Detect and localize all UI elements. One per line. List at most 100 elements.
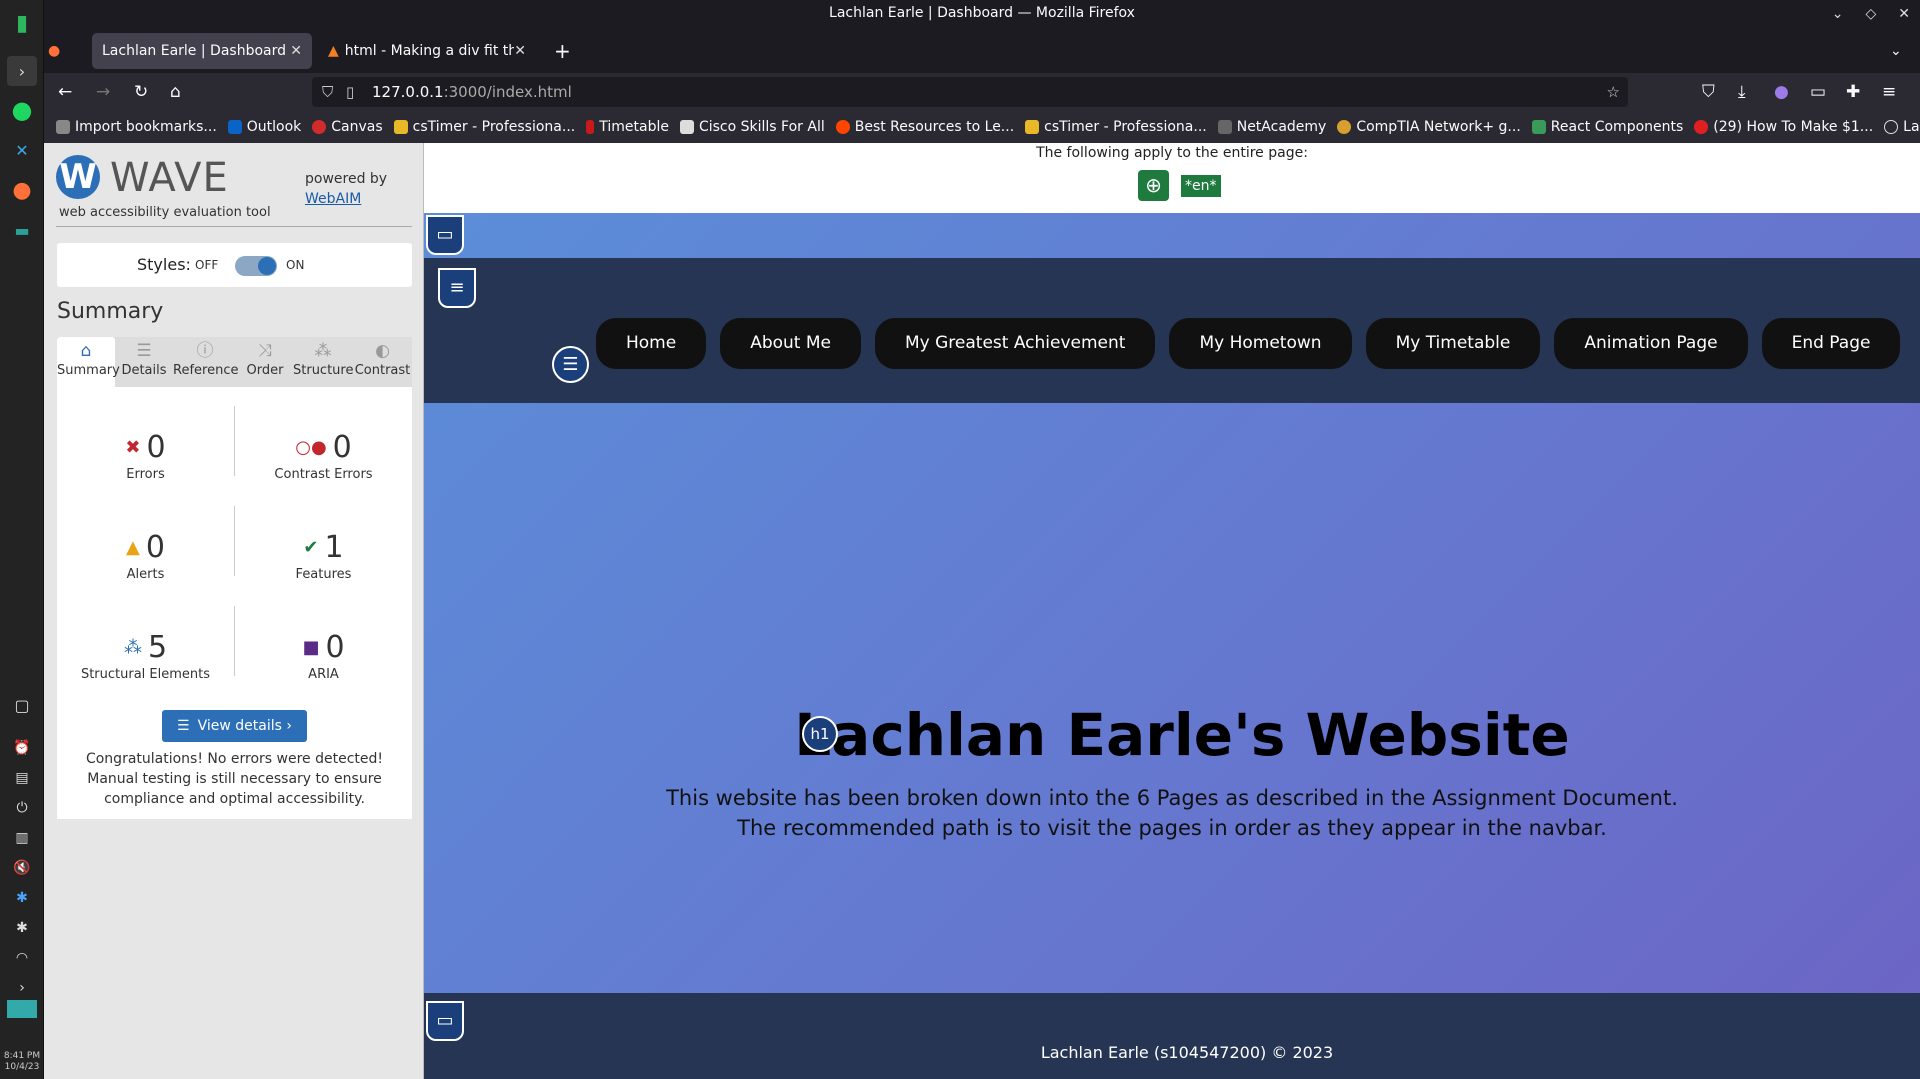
firefox-icon[interactable]: ● (7, 175, 37, 205)
navigation-landmark-icon[interactable]: ☰ (552, 346, 589, 383)
bookmark-item[interactable]: NetAcademy (1217, 119, 1326, 135)
webaim-link[interactable]: WebAIM (305, 191, 361, 207)
count-label: Structural Elements (80, 667, 211, 682)
terminal-icon[interactable]: › (7, 56, 37, 86)
close-window-icon[interactable]: ✕ (1898, 1, 1910, 27)
notification-icon[interactable]: ⏰ (7, 733, 37, 763)
bookmark-star-icon[interactable]: ☆ (1607, 77, 1620, 107)
wave-logo-icon: W (56, 155, 100, 199)
bluetooth-icon[interactable]: ✱ (7, 883, 37, 913)
bookmark-label: Best Resources to Le... (854, 119, 1015, 135)
intro-line-2: The recommended path is to visit the pag… (737, 816, 1607, 840)
tab-reference[interactable]: ⓘ Reference (173, 337, 238, 387)
wifi-icon[interactable]: ◠ (7, 943, 37, 973)
view-details-label: View details › (197, 718, 292, 734)
tab-contrast[interactable]: ◐ Contrast (353, 337, 412, 387)
footer-landmark-icon[interactable]: ▭ (426, 1001, 464, 1041)
bookmark-item[interactable]: Timetable (586, 119, 669, 135)
bookmark-item[interactable]: Cisco Skills For All (679, 119, 825, 135)
language-globe-icon[interactable]: ⊕ (1138, 170, 1169, 201)
bookmark-item[interactable]: Canvas (312, 119, 383, 135)
tab-details[interactable]: ☰ Details (115, 337, 173, 387)
nav-greatest-achievement[interactable]: My Greatest Achievement (875, 318, 1156, 369)
bookmark-item[interactable]: Lab SU-3a.pdf (1884, 119, 1920, 135)
extension-icon[interactable]: ● (1774, 82, 1789, 102)
volume-icon[interactable]: 🔇 (7, 853, 37, 883)
contrast-errors-count[interactable]: ○● 0 Contrast Errors (235, 430, 412, 482)
bookmark-item[interactable]: Best Resources to Le... (835, 119, 1015, 135)
clock[interactable]: 8:41 PM 10/4/23 (0, 1051, 44, 1073)
youtube-icon (1694, 120, 1709, 134)
tab-structure[interactable]: ⁂ Structure (293, 337, 353, 387)
spotify-icon[interactable]: ● (7, 95, 37, 125)
aria-count[interactable]: ■ 0 ARIA (235, 630, 412, 682)
header-landmark-icon[interactable]: ≡ (438, 268, 476, 308)
minimize-icon[interactable]: ⌄ (1832, 1, 1844, 27)
structural-elements-count[interactable]: ⁂ 5 Structural Elements (57, 630, 234, 682)
styles-toggle[interactable] (235, 256, 277, 276)
downloads-icon[interactable]: ⤓ (1738, 82, 1746, 102)
language-tag[interactable]: *en* (1181, 175, 1221, 197)
close-tab-icon[interactable]: ✕ (290, 43, 302, 59)
extensions-icon[interactable]: ✚ (1846, 82, 1860, 102)
nav-hometown[interactable]: My Hometown (1169, 318, 1352, 369)
manjaro-menu-icon[interactable]: ▮ (7, 8, 37, 38)
close-tab-icon[interactable]: ✕ (514, 43, 526, 59)
pocket-icon[interactable]: ⛉ (1702, 82, 1715, 102)
bookmark-label: CompTIA Network+ g... (1356, 119, 1521, 135)
wave-panel: W WAVE web accessibility evaluation tool… (44, 143, 424, 1079)
tab-stackoverflow[interactable]: ▲ html - Making a div fit the ✕ (318, 33, 536, 69)
maximize-icon[interactable]: ◇ (1865, 1, 1876, 27)
h1-badge-icon[interactable]: h1 (802, 716, 838, 752)
url-bar[interactable]: ⛉ ▯ 127.0.0.1:3000/index.html ☆ (312, 77, 1628, 107)
bookmark-item[interactable]: Import bookmarks... (56, 119, 217, 135)
home-icon[interactable]: ⌂ (170, 82, 181, 102)
vscode-icon[interactable]: ✕ (7, 135, 37, 165)
bookmark-label: Lab SU-3a.pdf (1903, 119, 1920, 135)
bookmark-item[interactable]: (29) How To Make $1... (1694, 119, 1873, 135)
bookmark-label: csTimer - Professiona... (1044, 119, 1207, 135)
cisco-icon (679, 120, 694, 134)
firefox-view-icon[interactable]: ● (48, 33, 72, 69)
region-icon[interactable]: ▭ (426, 215, 464, 255)
nav-timetable[interactable]: My Timetable (1365, 318, 1541, 369)
workspace-indicator[interactable] (7, 1000, 37, 1018)
nav-animation[interactable]: Animation Page (1554, 318, 1748, 369)
features-count[interactable]: ✔ 1 Features (235, 530, 412, 582)
bookmark-label: Canvas (331, 119, 383, 135)
count-label: Errors (126, 467, 165, 482)
bookmark-item[interactable]: Outlook (227, 119, 301, 135)
bookmark-label: csTimer - Professiona... (412, 119, 576, 135)
view-details-button[interactable]: ☰ View details › (162, 710, 307, 742)
cast-icon[interactable]: ▭ (1810, 82, 1826, 102)
shield-icon[interactable]: ⛉ (322, 77, 333, 107)
desktop-icon[interactable]: ▢ (7, 690, 37, 720)
expand-icon[interactable]: › (7, 973, 37, 1003)
storage-icon[interactable]: ▥ (7, 823, 37, 853)
power-icon[interactable]: ⏻ (7, 793, 37, 823)
alerts-count[interactable]: ▲ 0 Alerts (57, 530, 234, 582)
network-icon[interactable]: ✱ (7, 913, 37, 943)
new-tab-button[interactable]: + (544, 33, 580, 69)
files-icon[interactable]: ▬ (7, 215, 37, 245)
forward-icon[interactable]: → (96, 82, 110, 102)
nav-home[interactable]: Home (596, 318, 707, 369)
bookmark-item[interactable]: csTimer - Professiona... (393, 119, 576, 135)
bookmark-item[interactable]: CompTIA Network+ g... (1337, 119, 1521, 135)
errors-count[interactable]: ✖ 0 Errors (57, 430, 234, 482)
bookmark-item[interactable]: React Components (1531, 119, 1683, 135)
info-icon: ⓘ (196, 341, 214, 361)
clipboard-icon[interactable]: ▤ (7, 763, 37, 793)
nav-about-me[interactable]: About Me (720, 318, 861, 369)
tab-order[interactable]: ⤨ Order (237, 337, 293, 387)
tab-dashboard[interactable]: Lachlan Earle | Dashboard ✕ (92, 33, 312, 69)
reload-icon[interactable]: ↻ (134, 82, 148, 102)
list-tabs-icon[interactable]: ⌄ (1880, 33, 1910, 69)
nav-end-page[interactable]: End Page (1761, 318, 1901, 369)
tab-summary[interactable]: ⌂ Summary (57, 337, 120, 387)
back-icon[interactable]: ← (58, 82, 72, 102)
bookmark-item[interactable]: csTimer - Professiona... (1025, 119, 1207, 135)
wave-subtitle: web accessibility evaluation tool (59, 205, 271, 220)
menu-icon[interactable]: ≡ (1882, 82, 1896, 102)
order-icon: ⤨ (258, 341, 272, 361)
